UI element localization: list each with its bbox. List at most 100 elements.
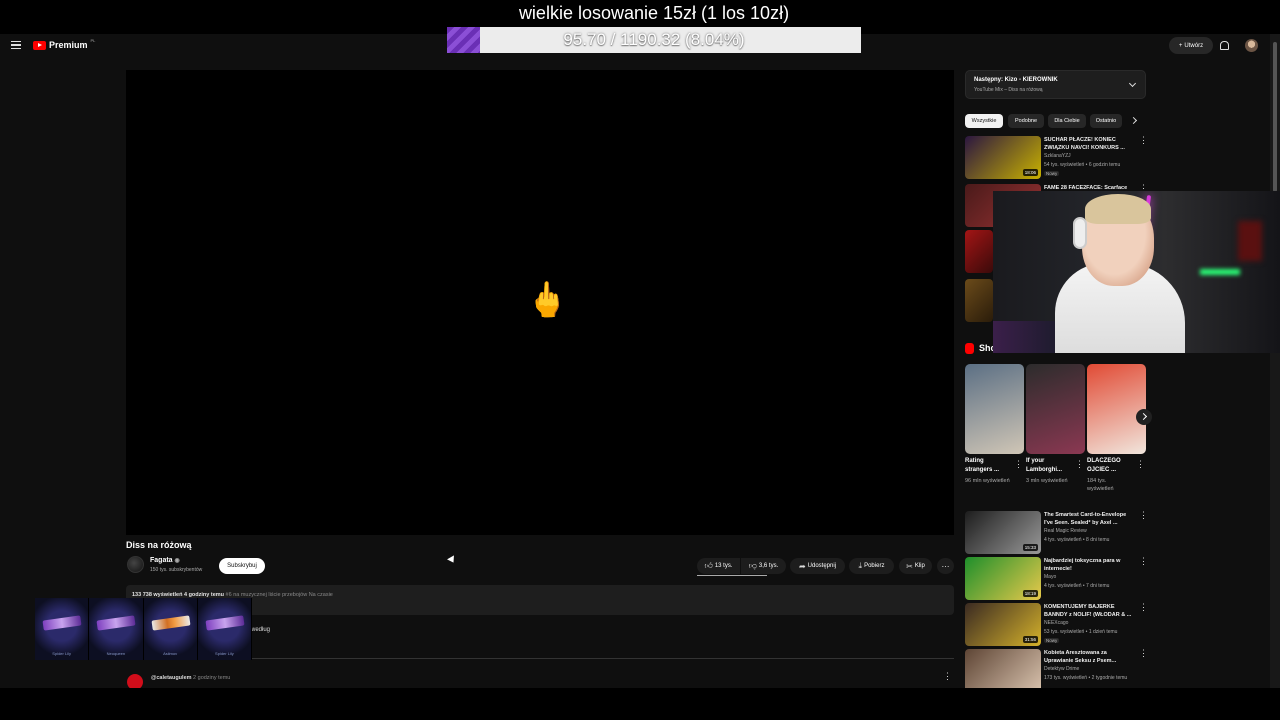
more-vert-icon[interactable]: ⋮ (1139, 184, 1148, 193)
hamburger-menu-icon[interactable] (11, 41, 21, 49)
video-thumbnail[interactable] (965, 649, 1041, 688)
recommendation-meta: 53 tys. wyświetleń • 1 dzień temu (1044, 629, 1118, 635)
more-vert-icon[interactable]: ⋮ (1075, 460, 1084, 469)
webcam-keyboard (993, 321, 1063, 353)
chip-all[interactable]: Wszystkie (965, 114, 1003, 128)
more-vert-icon[interactable]: ⋮ (1014, 460, 1023, 469)
logo-text: Premium (49, 40, 88, 50)
recommendation-meta: 173 tys. wyświetleń • 2 tygodnie temu (1044, 675, 1128, 681)
recommendation-title[interactable]: Kobieta Aresztowana za Uprawianie Seksu … (1044, 649, 1136, 665)
dislike-button[interactable]: 👎︎ 3,6 tys. (741, 558, 786, 574)
more-vert-icon[interactable]: ⋮ (1139, 557, 1148, 566)
user-avatar[interactable] (1245, 39, 1258, 52)
chevron-down-icon[interactable] (1128, 79, 1137, 88)
comment-avatar[interactable] (127, 674, 143, 688)
skin-card: Neoqueen (89, 598, 144, 660)
comments-sort[interactable]: według (251, 627, 270, 633)
recommendation-title[interactable]: KOMENTUJEMY BAJERKE BANNDY z NOLIF! (WŁO… (1044, 603, 1136, 619)
more-vert-icon[interactable]: ⋮ (1139, 136, 1148, 145)
recommendation-item[interactable]: 15:33 The Smartest Card-to-Envelope I've … (965, 511, 1148, 555)
share-label: Udostępnij (807, 563, 837, 569)
donation-progress-bar: 95.70 / 1190.32 (8.04%) (447, 27, 861, 53)
duration-badge: 31:56 (1022, 636, 1038, 643)
share-button[interactable]: ➦ Udostępnij (790, 558, 845, 574)
video-thumbnail[interactable] (965, 230, 993, 273)
channel-name[interactable]: Fagata ◉ (150, 557, 180, 564)
skin-card: Spider Lily (197, 598, 252, 660)
video-thumbnail[interactable]: 18:19 (965, 557, 1041, 600)
youtube-play-icon (33, 40, 46, 50)
rifle-skin-icon (42, 615, 82, 631)
video-player[interactable]: 🖕 (126, 70, 954, 535)
skin-name: Asiimov (163, 651, 178, 656)
recommendation-title[interactable]: SUCHAR PŁACZE! KONIEC ZWIĄZKU NAVCI! KON… (1044, 136, 1136, 152)
more-actions-button[interactable]: ⋯ (937, 558, 954, 574)
subscribe-button[interactable]: Subskrybuj (219, 558, 265, 574)
short-title[interactable]: If your Lamborghi... (1026, 457, 1071, 475)
chip-recent[interactable]: Ostatnio (1090, 114, 1122, 128)
shorts-next-arrow-icon[interactable] (1136, 409, 1152, 425)
thumbs-up-icon: 👍︎ (704, 561, 713, 570)
skin-name: Spider Lily (215, 651, 234, 656)
scrollbar-thumb[interactable] (1273, 42, 1277, 192)
rifle-skin-icon (150, 615, 191, 631)
recommendation-item[interactable]: 18:19 Najbardziej toksyczna para w intern… (965, 557, 1148, 601)
create-label: Utwórz (1184, 42, 1204, 49)
more-vert-icon[interactable]: ⋮ (1136, 460, 1145, 469)
short-thumbnail[interactable] (1026, 364, 1085, 454)
skins-overlay: Spider Lily Neoqueen Asiimov Spider Lily (35, 598, 252, 660)
scissors-icon: ✂ (906, 561, 913, 571)
recommendation-item[interactable]: 31:56 KOMENTUJEMY BAJERKE BANNDY z NOLIF!… (965, 603, 1148, 647)
comment-time: 2 godziny temu (193, 675, 231, 681)
youtube-premium-logo[interactable]: Premium PL (33, 38, 95, 50)
share-icon: ➦ (798, 561, 806, 571)
more-vert-icon[interactable]: ⋮ (1139, 603, 1148, 612)
short-views: 96 mln wyświetleń (965, 478, 1010, 484)
headphones (1073, 217, 1087, 249)
short-title[interactable]: DLACZEGO OJCIEC ... (1087, 457, 1132, 475)
recommendation-channel[interactable]: Mayo (1044, 574, 1056, 580)
recommendation-channel[interactable]: SzklanaYZJ (1044, 153, 1071, 159)
video-thumbnail[interactable]: 31:56 (965, 603, 1041, 646)
autoplay-next-box[interactable]: Następny: Kizo - KIEROWNIK YouTube Mix –… (965, 70, 1146, 99)
recommendation-meta: 4 tys. wyświetleń • 7 dni temu (1044, 583, 1110, 589)
video-thumbnail[interactable] (965, 279, 993, 322)
rifle-skin-icon (96, 615, 136, 631)
recommendation-channel[interactable]: Real Magic Review (1044, 528, 1087, 534)
short-thumbnail[interactable] (965, 364, 1024, 454)
comment-menu-icon[interactable]: ⋮ (943, 672, 952, 681)
skin-name: Neoqueen (106, 651, 126, 656)
clip-button[interactable]: ✂ Klip (899, 558, 932, 574)
more-vert-icon[interactable]: ⋮ (1139, 511, 1148, 520)
short-thumbnail[interactable] (1087, 364, 1146, 454)
recommendation-channel[interactable]: Detektyw Drime (1044, 666, 1079, 672)
clip-label: Klip (914, 563, 925, 569)
notifications-bell-icon[interactable] (1220, 41, 1229, 50)
chip-similar[interactable]: Podobne (1008, 114, 1044, 128)
video-thumbnail[interactable]: 18:06 (965, 136, 1041, 179)
page-scrollbar[interactable] (1270, 34, 1280, 688)
create-button[interactable]: + Utwórz (1169, 37, 1213, 54)
short-title[interactable]: Rating strangers ... (965, 457, 1010, 475)
recommendation-channel[interactable]: NEEXcago (1044, 620, 1068, 626)
channel-avatar[interactable] (127, 556, 144, 573)
recommendation-item[interactable]: 18:06 SUCHAR PŁACZE! KONIEC ZWIĄZKU NAVCI… (965, 136, 1148, 180)
verified-icon: ◉ (174, 558, 180, 564)
recommendation-title[interactable]: The Smartest Card-to-Envelope I've Seen.… (1044, 511, 1136, 527)
comment-author[interactable]: @caletaugulem 2 godziny temu (151, 675, 230, 681)
more-vert-icon[interactable]: ⋮ (1139, 649, 1148, 658)
chevron-right-icon[interactable] (1129, 116, 1138, 125)
chip-for-you[interactable]: Dla Ciebie (1048, 114, 1086, 128)
duration-badge: 15:33 (1022, 544, 1038, 551)
like-ratio-bar (697, 575, 767, 576)
webcam-green-light (1200, 269, 1240, 275)
video-frame-emoji: 🖕 (526, 281, 569, 319)
shorts-icon (965, 343, 974, 354)
thumbs-down-icon: 👎︎ (748, 561, 757, 570)
skin-name: Spider Lily (52, 651, 71, 656)
video-thumbnail[interactable]: 15:33 (965, 511, 1041, 554)
download-button[interactable]: ⤓ Pobierz (849, 558, 894, 574)
like-button[interactable]: 👍︎ 13 tys. (697, 558, 740, 574)
recommendation-item[interactable]: Kobieta Aresztowana za Uprawianie Seksu … (965, 649, 1148, 688)
recommendation-title[interactable]: Najbardziej toksyczna para w internecie! (1044, 557, 1136, 573)
